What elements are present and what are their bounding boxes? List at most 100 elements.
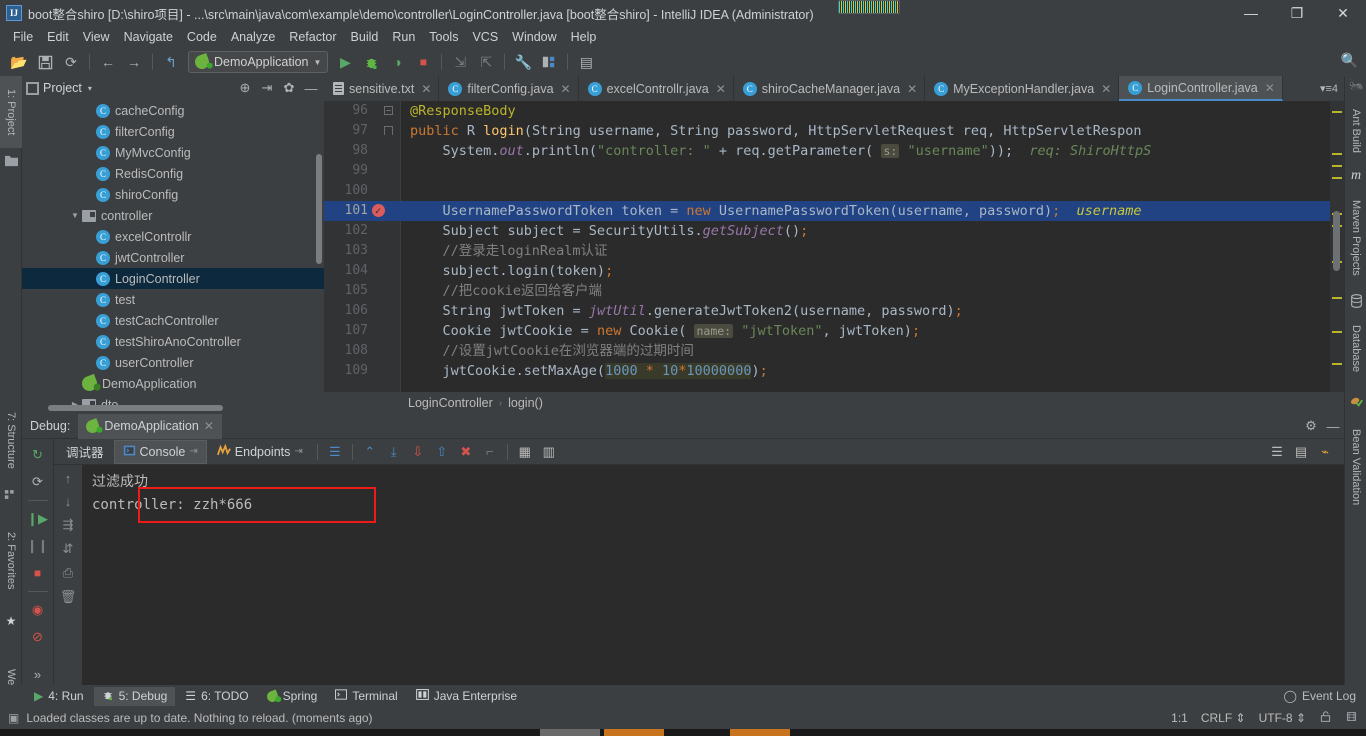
soft-wrap-icon[interactable]: ☰: [324, 444, 346, 460]
bottom-tab-todo[interactable]: ☰ 6: TODO: [177, 687, 256, 705]
code-line[interactable]: 101 UsernamePasswordToken token = new Us…: [324, 201, 1344, 222]
tree-node[interactable]: CtestCachController: [22, 310, 324, 331]
scroll-up-icon[interactable]: ⇧: [431, 444, 453, 460]
hide-panel-icon[interactable]: —: [302, 81, 320, 96]
fold-region-icon[interactable]: [384, 126, 393, 135]
close-icon[interactable]: ✕: [204, 419, 214, 433]
editor-tab-overflow[interactable]: ▾≡4: [1314, 76, 1344, 101]
gear-icon[interactable]: ✿: [280, 80, 298, 96]
menu-edit[interactable]: Edit: [40, 28, 76, 46]
navigate-forward-icon[interactable]: →: [123, 51, 145, 73]
caret-position[interactable]: 1:1: [1171, 711, 1188, 725]
tree-node[interactable]: Ctest: [22, 289, 324, 310]
code-line[interactable]: 102 Subject subject = SecurityUtils.getS…: [324, 221, 1344, 241]
browser-icon[interactable]: ▤: [1290, 444, 1312, 460]
sync-icon[interactable]: ⟳: [60, 51, 82, 73]
minimize-button[interactable]: —: [1228, 0, 1274, 26]
tree-node[interactable]: DemoApplication: [22, 373, 324, 394]
more-icon[interactable]: »: [26, 662, 50, 686]
mute-breakpoints-icon[interactable]: ⊘: [26, 625, 50, 649]
debug-session-tab[interactable]: DemoApplication ✕: [78, 413, 222, 439]
maximize-button[interactable]: ❐: [1274, 0, 1320, 26]
menu-help[interactable]: Help: [564, 28, 604, 46]
sidebar-item-maven-projects[interactable]: Maven Projects: [1345, 188, 1366, 288]
tree-node[interactable]: C RedisConfig: [22, 163, 324, 184]
detach-tab-icon[interactable]: ⇥: [294, 446, 302, 457]
save-all-icon[interactable]: [34, 51, 56, 73]
close-tab-icon[interactable]: ✕: [716, 82, 726, 96]
tree-node[interactable]: CexcelControllr: [22, 226, 324, 247]
tree-node[interactable]: CshiroConfig: [22, 184, 324, 205]
navigate-back-icon[interactable]: ←: [97, 51, 119, 73]
up-the-stack-icon[interactable]: ⌃: [359, 444, 381, 460]
code-line[interactable]: 107 Cookie jwtCookie = new Cookie( name:…: [324, 321, 1344, 341]
sidebar-item-database[interactable]: Database: [1345, 314, 1366, 384]
settings-icon[interactable]: 🔧: [512, 51, 534, 73]
code-line[interactable]: 109 jwtCookie.setMaxAge(1000 * 10*100000…: [324, 361, 1344, 381]
project-tree[interactable]: CcacheConfig CfilterConfig C MyMvcConfig C Re…: [22, 100, 324, 412]
menu-refactor[interactable]: Refactor: [282, 28, 343, 46]
close-tab-icon[interactable]: ✕: [1101, 82, 1111, 96]
code-line[interactable]: 100: [324, 181, 1344, 201]
sort-icon[interactable]: ⇵: [63, 541, 74, 557]
sidebar-item-ant-build[interactable]: Ant Build: [1345, 98, 1366, 164]
code-line[interactable]: 108 //设置jwtCookie在浏览器端的过期时间: [324, 341, 1344, 361]
chevron-down-icon[interactable]: ▾: [88, 84, 92, 93]
tree-node[interactable]: CtestShiroAnoController: [22, 331, 324, 352]
bottom-tab-run[interactable]: ▶ 4: Run: [26, 687, 92, 705]
tree-node[interactable]: CjwtController: [22, 247, 324, 268]
breadcrumb-class[interactable]: LoginController: [408, 396, 493, 410]
project-structure-icon[interactable]: [538, 51, 560, 73]
editor-tab[interactable]: C MyExceptionHandler.java ✕: [925, 76, 1120, 101]
trash-icon[interactable]: 🗑: [60, 589, 77, 605]
code-line[interactable]: 103 //登录走loginRealm认证: [324, 241, 1344, 261]
tab-console[interactable]: Console ⇥: [113, 439, 207, 464]
fold-minus-icon[interactable]: −: [384, 106, 393, 115]
code-line[interactable]: 99: [324, 161, 1344, 181]
editor-tab[interactable]: C LoginController.java ✕: [1119, 76, 1283, 101]
editor-tab[interactable]: CexcelControllr.java ✕: [579, 76, 734, 101]
tree-node[interactable]: CcacheConfig: [22, 100, 324, 121]
file-encoding[interactable]: UTF-8 ⇕: [1259, 711, 1306, 725]
view-breakpoints-icon[interactable]: ◉: [26, 598, 50, 622]
bottom-tab-debug[interactable]: 5: Debug: [93, 686, 176, 706]
stop-button[interactable]: ■: [412, 51, 434, 73]
scroll-to-end-icon[interactable]: ⤓: [383, 444, 405, 460]
gear-icon[interactable]: ⚙: [1300, 418, 1322, 434]
lock-icon[interactable]: [1319, 710, 1332, 726]
resume-program-icon[interactable]: ❙▶: [26, 507, 50, 531]
clear-all-icon[interactable]: ✖: [455, 444, 477, 460]
menu-tools[interactable]: Tools: [422, 28, 465, 46]
scroll-down-icon[interactable]: ⇩: [407, 444, 429, 460]
code-line[interactable]: 105 //把cookie返回给客户端: [324, 281, 1344, 301]
close-tab-icon[interactable]: ✕: [421, 82, 431, 96]
console-settings-icon[interactable]: ⌁: [1314, 444, 1336, 460]
menu-analyze[interactable]: Analyze: [224, 28, 282, 46]
code-line[interactable]: 96 − @ResponseBody: [324, 101, 1344, 121]
scroll-from-source-icon[interactable]: ⊕: [236, 80, 254, 96]
inspection-widget-icon[interactable]: [1345, 710, 1358, 726]
menu-window[interactable]: Window: [505, 28, 563, 46]
chevron-down-icon[interactable]: ▼: [68, 211, 82, 220]
event-log-toggle[interactable]: ◯ Event Log: [1284, 689, 1366, 703]
tree-node[interactable]: CuserController: [22, 352, 324, 373]
tree-node[interactable]: C LoginController: [22, 268, 324, 289]
code-line[interactable]: 104 subject.login(token);: [324, 261, 1344, 281]
menu-vcs[interactable]: VCS: [465, 28, 505, 46]
detach-tab-icon[interactable]: ⇥: [189, 446, 197, 457]
rollback-icon[interactable]: ↰: [160, 51, 182, 73]
rerun-icon[interactable]: ↻: [26, 443, 50, 467]
close-tab-icon[interactable]: ✕: [1265, 81, 1275, 95]
up-arrow-icon[interactable]: ↑: [65, 471, 72, 486]
run-button[interactable]: ▶: [334, 51, 356, 73]
menu-view[interactable]: View: [76, 28, 117, 46]
bottom-tab-java-enterprise[interactable]: Java Enterprise: [408, 687, 525, 705]
close-tab-icon[interactable]: ✕: [561, 82, 571, 96]
columns-view-icon[interactable]: ▥: [538, 444, 560, 460]
breadcrumb-method[interactable]: login(): [508, 396, 543, 410]
sidebar-item-project[interactable]: 1: Project: [0, 76, 22, 148]
tree-node[interactable]: ▼ controller: [22, 205, 324, 226]
menu-build[interactable]: Build: [344, 28, 386, 46]
close-tab-icon[interactable]: ✕: [907, 82, 917, 96]
project-tree-horizontal-scrollbar[interactable]: [48, 405, 223, 411]
